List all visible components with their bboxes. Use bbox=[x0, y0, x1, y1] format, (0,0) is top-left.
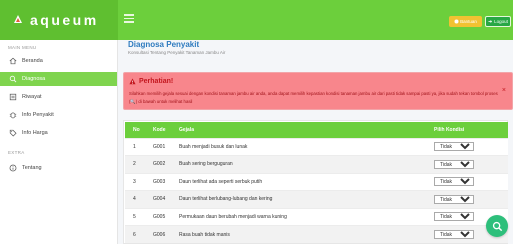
table-row: 5 G005 Permukaan daun berubah menjadi wa… bbox=[125, 207, 508, 226]
table-row: 4 G004 Daun terlihat berlubang-lubang da… bbox=[125, 190, 508, 208]
cell-no: 4 bbox=[125, 190, 145, 208]
kondisi-select[interactable]: Tidak bbox=[434, 212, 474, 222]
table-row: 6 G006 Rasa buah tidak manis Tidak bbox=[125, 225, 508, 243]
sidebar-item-riwayat[interactable]: Riwayat bbox=[0, 90, 117, 104]
cell-kode: G004 bbox=[145, 190, 171, 208]
help-button[interactable]: Bantuan bbox=[449, 16, 482, 27]
history-icon bbox=[9, 93, 17, 101]
logout-button[interactable]: Logout bbox=[485, 16, 511, 27]
cell-kode: G001 bbox=[145, 137, 171, 156]
cell-no: 3 bbox=[125, 172, 145, 191]
sidebar-item-label: Diagnosa bbox=[22, 76, 46, 82]
column-header-kondisi: Pilih Kondisi bbox=[434, 126, 465, 133]
sidebar: MAIN MENU Beranda Diagnosa Riwayat Info … bbox=[0, 40, 118, 244]
main-content: Diagnosa Penyakit Konsultasi Tentang Pen… bbox=[118, 40, 513, 244]
cell-gejala: Daun terlihat ada seperti serbuk putih bbox=[171, 172, 426, 191]
symptom-table: No Kode Gejala Pilih Kondisi 1 G001 Buah… bbox=[125, 122, 508, 243]
search-icon bbox=[9, 75, 17, 83]
kondisi-select[interactable]: Tidak bbox=[434, 159, 474, 169]
table-header-row: No Kode Gejala Pilih Kondisi bbox=[125, 122, 508, 138]
alert-title: Perhatian! bbox=[139, 78, 174, 85]
app-name: aqueum bbox=[30, 12, 99, 28]
menu-header-extra: EXTRA bbox=[8, 150, 25, 155]
close-icon[interactable]: × bbox=[502, 87, 506, 94]
kondisi-select[interactable]: Tidak bbox=[434, 177, 474, 187]
sidebar-item-label: Info Penyakit bbox=[22, 112, 54, 118]
kondisi-select[interactable]: Tidak bbox=[434, 142, 474, 152]
warning-icon bbox=[129, 78, 136, 85]
menu-header-main: MAIN MENU bbox=[8, 45, 37, 50]
column-header-kode: Kode bbox=[153, 126, 166, 133]
cell-kode: G005 bbox=[145, 207, 171, 226]
cell-gejala: Rasa buah tidak manis bbox=[171, 225, 426, 243]
table-row: 1 G001 Buah menjadi busuk dan lunak Tida… bbox=[125, 137, 508, 156]
column-header-no: No bbox=[133, 126, 140, 133]
cell-no: 6 bbox=[125, 225, 145, 243]
sidebar-item-tentang[interactable]: Tentang bbox=[0, 161, 117, 175]
logout-icon bbox=[488, 20, 493, 23]
cell-gejala: Permukaan daun berubah menjadi warna kun… bbox=[171, 207, 426, 226]
home-icon bbox=[9, 57, 17, 65]
sidebar-item-label: Riwayat bbox=[22, 94, 42, 100]
sidebar-item-info-penyakit[interactable]: Info Penyakit bbox=[0, 108, 117, 122]
sidebar-item-info-harga[interactable]: Info Harga bbox=[0, 126, 117, 140]
process-search-button[interactable] bbox=[486, 215, 508, 237]
tag-icon bbox=[9, 129, 17, 137]
cell-no: 2 bbox=[125, 155, 145, 173]
sidebar-item-label: Tentang bbox=[22, 165, 42, 171]
page-title: Diagnosa Penyakit bbox=[128, 40, 200, 49]
cell-kode: G006 bbox=[145, 225, 171, 243]
sidebar-item-diagnosa[interactable]: Diagnosa bbox=[0, 72, 117, 86]
cell-no: 5 bbox=[125, 207, 145, 226]
sidebar-item-beranda[interactable]: Beranda bbox=[0, 54, 117, 68]
sidebar-item-label: Info Harga bbox=[22, 130, 48, 136]
brand[interactable]: aqueum bbox=[0, 0, 118, 40]
logout-button-label: Logout bbox=[494, 19, 508, 24]
question-icon bbox=[454, 19, 459, 24]
cell-kode: G002 bbox=[145, 155, 171, 173]
info-icon bbox=[9, 164, 17, 172]
table-row: 3 G003 Daun terlihat ada seperti serbuk … bbox=[125, 172, 508, 191]
top-navbar: aqueum Bantuan Logout bbox=[0, 0, 513, 40]
column-header-gejala: Gejala bbox=[179, 126, 195, 133]
bug-icon bbox=[9, 111, 17, 119]
cell-gejala: Buah sering berguguran bbox=[171, 155, 426, 173]
search-icon bbox=[492, 221, 502, 231]
kondisi-select[interactable]: Tidak bbox=[434, 230, 474, 239]
page-subtitle: Konsultasi Tentang Penyakit Tanaman Jamb… bbox=[128, 50, 226, 55]
table-row: 2 G002 Buah sering berguguran Tidak bbox=[125, 155, 508, 173]
cell-no: 1 bbox=[125, 137, 145, 156]
cell-gejala: Daun terlihat berlubang-lubang dan kerin… bbox=[171, 190, 426, 208]
symptom-table-card: No Kode Gejala Pilih Kondisi 1 G001 Buah… bbox=[123, 120, 508, 244]
warning-alert: Perhatian! Silahkan memilih gejala sesua… bbox=[123, 72, 513, 110]
cell-kode: G003 bbox=[145, 172, 171, 191]
alert-message: Silahkan memilih gejala sesuai dengan ko… bbox=[129, 91, 498, 104]
menu-toggle-icon[interactable] bbox=[124, 14, 134, 23]
help-button-label: Bantuan bbox=[460, 19, 477, 24]
sidebar-item-label: Beranda bbox=[22, 58, 43, 64]
water-drop-icon bbox=[14, 15, 22, 23]
cell-gejala: Buah menjadi busuk dan lunak bbox=[171, 137, 426, 156]
alert-title-row: Perhatian! bbox=[129, 78, 173, 85]
kondisi-select[interactable]: Tidak bbox=[434, 194, 474, 204]
